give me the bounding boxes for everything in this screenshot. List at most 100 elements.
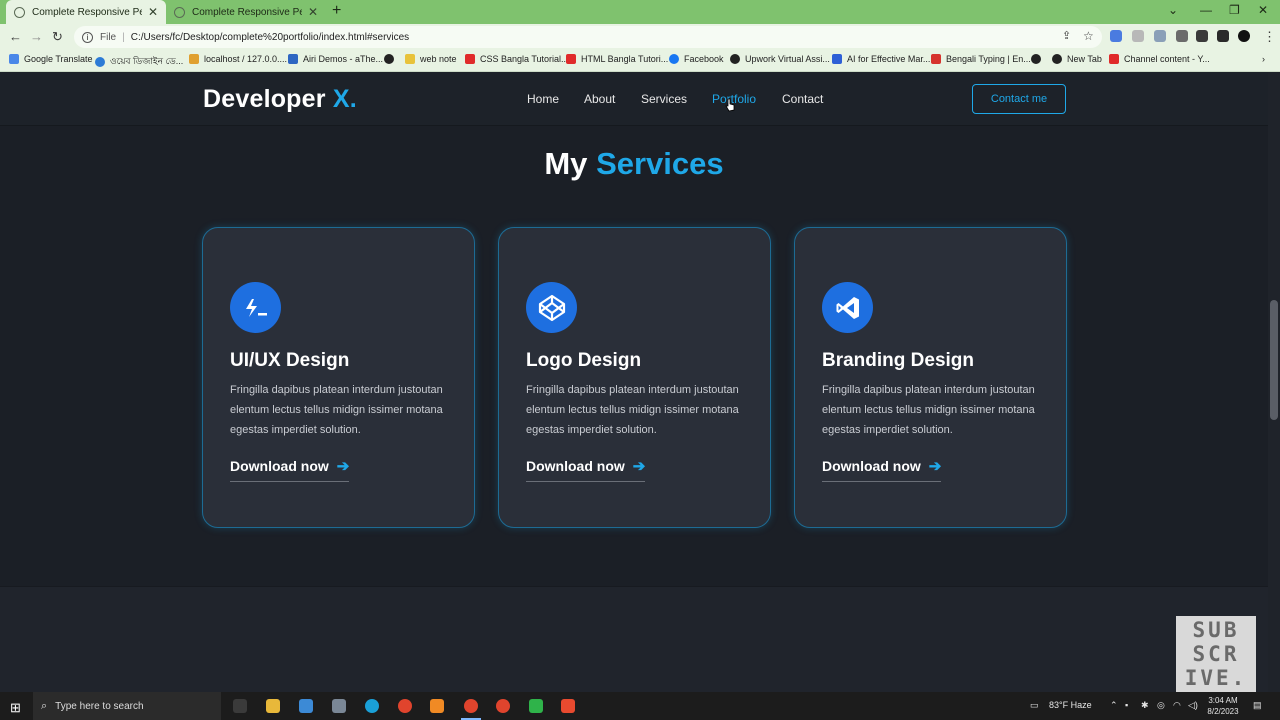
browser-tab[interactable]: Complete Responsive Personal P ✕ [166,0,326,24]
bookmark-item[interactable]: localhost / 127.0.0.... [189,54,287,64]
wifi-icon[interactable]: ◠ [1173,700,1181,711]
chrome-icon[interactable] [496,699,510,713]
tray-chevron-icon[interactable]: ⌃ [1110,700,1118,711]
bookmark-item[interactable]: web note [405,54,457,64]
notification-icon[interactable]: ▤ [1253,700,1262,711]
extension-translate-icon[interactable] [1110,30,1122,42]
arrow-right-icon: ➔ [632,458,646,475]
service-card-uiux: UI/UX Design Fringilla dapibus platean i… [202,227,475,528]
subscribe-watermark: SUB SCR IVE. [1176,616,1256,692]
nav-home[interactable]: Home [527,92,559,106]
app-icon[interactable] [299,699,313,713]
logo-text: Developer [203,85,326,113]
tab-close-icon[interactable]: ✕ [308,5,318,19]
bookmark-item[interactable]: Bengali Typing | En... [931,54,1031,64]
bookmark-item[interactable]: AI for Effective Mar... [832,54,930,64]
camtasia-icon[interactable] [529,699,543,713]
profile-avatar[interactable] [1238,30,1250,42]
forward-icon[interactable]: → [30,29,43,44]
nav-services[interactable]: Services [641,92,687,106]
weather-icon[interactable]: ▭ [1030,700,1039,711]
minimize-icon[interactable]: — [1200,3,1212,17]
bookmark-item[interactable]: Google Translate [9,54,93,64]
bookmark-label: AI for Effective Mar... [847,54,931,64]
bookmark-label: Channel content - Y... [1124,54,1210,64]
weather-text[interactable]: 83°F Haze [1049,700,1092,710]
bookmark-star-icon[interactable]: ☆ [1083,29,1094,43]
bookmark-item[interactable]: Facebook [669,54,724,64]
search-placeholder: Type here to search [55,700,144,712]
app-icon[interactable] [332,699,346,713]
close-window-icon[interactable]: ✕ [1258,3,1268,17]
extension-icon[interactable] [1154,30,1166,42]
back-icon[interactable]: ← [9,29,22,44]
windows-start-icon[interactable]: ⊞ [10,700,21,716]
bookmark-item[interactable]: CSS Bangla Tutorial... [465,54,569,64]
browser-tab-strip: Complete Responsive Personal P ✕ Complet… [0,0,1280,24]
bookmark-label: Bengali Typing | En... [946,54,1031,64]
bookmark-item[interactable]: New Tab [1052,54,1102,64]
extension-camera-icon[interactable] [1132,30,1144,42]
more-bookmarks-icon[interactable]: › [1262,54,1265,64]
tray-app-icon[interactable]: ◎ [1157,700,1165,711]
card-title: Logo Design [526,350,642,371]
volume-icon[interactable]: ◁) [1188,700,1198,711]
address-toolbar: ← → ↻ i File | C:/Users/fc/Desktop/compl… [0,24,1280,50]
taskbar-search[interactable]: ⌕ Type here to search [33,692,221,720]
sublime-icon[interactable] [430,699,444,713]
tab-close-icon[interactable]: ✕ [148,5,158,19]
file-explorer-icon[interactable] [266,699,280,713]
contact-me-button[interactable]: Contact me [972,84,1066,114]
info-icon[interactable]: i [82,31,93,43]
share-icon[interactable]: ⇪ [1062,29,1071,42]
bookmark-item[interactable]: Upwork Virtual Assi... [730,54,830,64]
site-header: Developer X. Home About Services Portfol… [0,72,1268,126]
bookmark-item[interactable]: HTML Bangla Tutori... [566,54,668,64]
tray-app-icon[interactable]: ✱ [1141,700,1149,711]
tab-title: Complete Responsive Personal P [32,6,142,18]
extension-font-icon[interactable] [1176,30,1188,42]
link-label: Download now [822,458,921,474]
subscribe-line: SCR [1192,642,1240,666]
bookmark-label: web note [420,54,457,64]
download-now-link[interactable]: Download now ➔ [230,457,350,482]
card-title: UI/UX Design [230,350,350,371]
bookmark-item[interactable]: Channel content - Y... [1109,54,1210,64]
address-bar[interactable]: i File | C:/Users/fc/Desktop/complete%20… [74,26,1102,48]
puzzle-icon[interactable] [1196,30,1208,42]
arrow-right-icon: ➔ [928,458,942,475]
task-view-icon[interactable] [233,699,247,713]
arrow-right-icon: ➔ [336,458,350,475]
reload-icon[interactable]: ↻ [52,29,63,45]
scrollbar-thumb[interactable] [1270,300,1278,420]
bookmark-item[interactable] [384,54,399,64]
chrome-icon[interactable] [398,699,412,713]
nav-contact[interactable]: Contact [782,92,823,106]
bookmark-item[interactable]: ওয়েব ডিজাইন ডে... [95,54,183,69]
site-logo[interactable]: Developer X. [203,85,357,114]
download-now-link[interactable]: Download now ➔ [526,457,646,482]
logo-accent: X. [332,85,357,113]
title-accent: Services [596,146,724,181]
sidebar-icon[interactable] [1217,30,1229,42]
tray-app-icon[interactable]: ▪ [1125,700,1128,710]
download-now-link[interactable]: Download now ➔ [822,457,942,482]
chrome-icon[interactable] [464,699,478,713]
edge-icon[interactable] [365,699,379,713]
card-text: Fringilla dapibus platean interdum justo… [230,384,443,436]
bookmark-item[interactable] [1031,54,1046,64]
menu-dots-icon[interactable]: ⋮ [1263,29,1276,45]
page-scrollbar[interactable] [1268,72,1280,692]
app-icon[interactable] [561,699,575,713]
subscribe-line: SUB [1192,618,1240,642]
bookmark-item[interactable]: Airi Demos - aThe... [288,54,383,64]
nav-about[interactable]: About [584,92,615,106]
clock-time: 3:04 AM [1208,696,1238,705]
browser-tab-active[interactable]: Complete Responsive Personal P ✕ [6,0,166,24]
tab-search-icon[interactable]: ⌄ [1168,3,1178,17]
restore-icon[interactable]: ❐ [1229,3,1240,17]
globe-icon [174,6,185,18]
new-tab-icon[interactable]: + [332,2,341,20]
taskbar-clock[interactable]: 3:04 AM 8/2/2023 [1204,695,1242,717]
terminal-icon [230,282,281,333]
